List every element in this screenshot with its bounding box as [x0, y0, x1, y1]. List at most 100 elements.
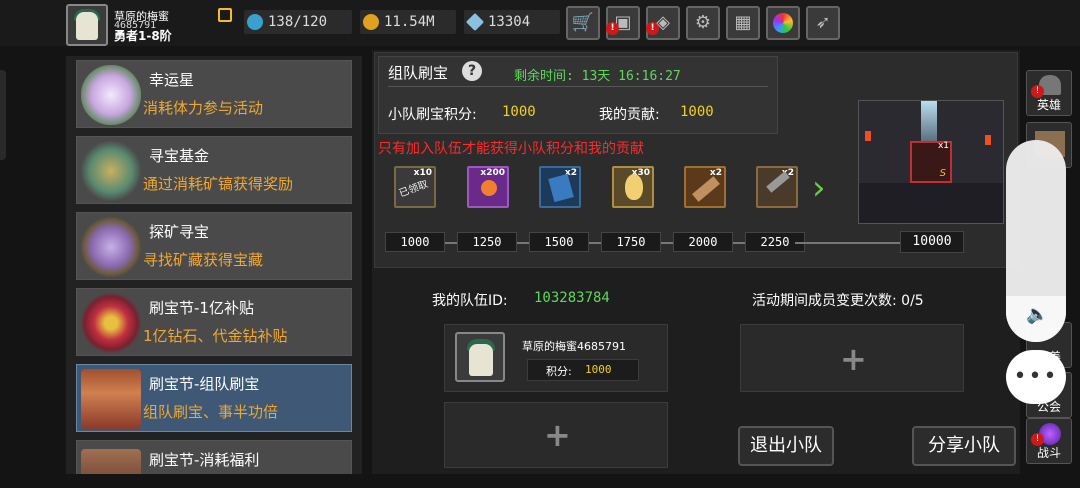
event-desc: 通过消耗矿镐获得奖励: [143, 175, 294, 193]
hammer-icon: [766, 171, 790, 193]
reward-count: x1: [937, 141, 949, 151]
alert-badge: !: [646, 22, 659, 35]
cart-icon: 🛒: [571, 12, 595, 33]
milestone: 1250: [457, 232, 517, 252]
event-item-subsidy[interactable]: 刷宝节-1亿补贴 1亿钻石、代金钻补贴: [76, 288, 352, 356]
gem-icon: [465, 12, 485, 32]
milestone: 1750: [601, 232, 661, 252]
milestone-connector: [661, 242, 673, 244]
nav-battle[interactable]: ! 战斗: [1026, 418, 1072, 464]
reward-slot-1[interactable]: x10 已领取: [394, 166, 436, 208]
milestone-connector: [795, 242, 900, 244]
event-desc: 寻找矿藏获得宝藏: [143, 251, 264, 269]
event-item-treasure-fund[interactable]: 寻宝基金 通过消耗矿镐获得奖励: [76, 136, 352, 204]
alert-badge: !: [606, 22, 619, 35]
gem-counter[interactable]: 13304: [464, 10, 560, 34]
stamina-value: 138/120: [268, 14, 328, 30]
lightning-icon: [247, 14, 263, 30]
member-change-count: 活动期间成员变更次数: 0/5: [752, 293, 924, 309]
edit-icon[interactable]: [218, 8, 232, 22]
team-score-label: 小队刷宝积分:: [388, 107, 477, 123]
tier-tag: S: [939, 168, 946, 179]
volume-slider[interactable]: 🔈: [1006, 140, 1066, 342]
leave-team-button[interactable]: 退出小队: [738, 426, 834, 466]
event-title: 刷宝节-1亿补贴: [149, 299, 254, 317]
nav-hero[interactable]: ! 英雄: [1026, 70, 1072, 116]
event-desc: 组队刷宝、事半功倍: [143, 403, 279, 421]
red-badge-icon: [81, 293, 141, 353]
milestone: 1500: [529, 232, 589, 252]
milestone: 1000: [385, 232, 445, 252]
settings-button[interactable]: ⚙: [686, 6, 720, 40]
stamina-counter[interactable]: 138/120: [244, 10, 352, 34]
reward-count: x200: [480, 168, 505, 178]
feather-button[interactable]: ➶: [806, 6, 840, 40]
shop-button[interactable]: 🛒: [566, 6, 600, 40]
milestone-connector: [733, 242, 745, 244]
gift-icon: ▦: [734, 12, 752, 33]
egg-icon: [625, 174, 643, 200]
reward-slot-3[interactable]: x2: [539, 166, 581, 208]
player-rank: 勇者1-8阶: [114, 29, 172, 43]
event-item-lucky-star[interactable]: 幸运星 消耗体力参与活动: [76, 60, 352, 128]
my-contribution-label: 我的贡献:: [599, 107, 660, 123]
gold-coin-icon: [363, 14, 379, 30]
event-title: 寻宝基金: [149, 147, 210, 165]
avatar-face: [469, 344, 493, 376]
member-score-value: 1000: [585, 363, 612, 376]
gift-button[interactable]: ▦: [726, 6, 760, 40]
share-team-button[interactable]: 分享小队: [912, 426, 1016, 466]
milestone-connector: [517, 242, 529, 244]
milestone-connector: [445, 242, 457, 244]
claimed-stamp: 已领取: [397, 179, 430, 200]
color-wheel-icon: [773, 13, 793, 33]
avatar-face: [76, 12, 98, 40]
join-team-warning: 只有加入队伍才能获得小队积分和我的贡献: [378, 141, 644, 157]
gold-value: 11.54M: [384, 14, 435, 30]
final-milestone: 10000: [900, 231, 964, 253]
team-id-value: 103283784: [534, 290, 610, 306]
color-wheel-button[interactable]: [766, 6, 800, 40]
milestone: 2000: [673, 232, 733, 252]
event-title: 幸运星: [149, 71, 195, 89]
star-icon: [81, 65, 141, 125]
event-desc: 1亿钻石、代金钻补贴: [143, 327, 288, 345]
chest-button[interactable]: ▣!: [606, 6, 640, 40]
event-item-consume-bonus[interactable]: 刷宝节-消耗福利: [76, 440, 352, 474]
crate-icon: [81, 369, 141, 429]
milestone-connector: [589, 242, 601, 244]
member-score-box: [527, 359, 639, 381]
next-rewards-arrow[interactable]: ›: [812, 170, 838, 206]
reward-slot-6[interactable]: x2: [756, 166, 798, 208]
player-avatar[interactable]: [66, 4, 108, 46]
event-title: 探矿寻宝: [149, 223, 210, 241]
event-item-mining[interactable]: 探矿寻宝 寻找矿藏获得宝藏: [76, 212, 352, 280]
dungeon-floor: [859, 183, 1003, 223]
my-contribution-value: 1000: [680, 104, 714, 120]
more-options-button[interactable]: •••: [1006, 350, 1066, 404]
screen-edge-handle: [0, 70, 6, 160]
help-icon[interactable]: ?: [462, 61, 482, 81]
reward-slot-5[interactable]: x2: [684, 166, 726, 208]
blue-book-icon: [548, 173, 574, 203]
member-name: 草原的梅蜜4685791: [522, 340, 626, 353]
event-item-team-farming[interactable]: 刷宝节-组队刷宝 组队刷宝、事半功倍: [76, 364, 352, 432]
reward-slot-2[interactable]: x200: [467, 166, 509, 208]
final-reward-item[interactable]: x1 S: [910, 141, 952, 183]
event-title: 刷宝节-消耗福利: [149, 451, 260, 469]
reward-slot-4[interactable]: x30: [612, 166, 654, 208]
add-member-icon[interactable]: +: [840, 343, 867, 375]
ellipsis-icon: •••: [1013, 364, 1059, 389]
gold-counter[interactable]: 11.54M: [360, 10, 456, 34]
cannon-icon: [692, 176, 720, 202]
gear-icon: ⚙: [694, 12, 712, 33]
event-title-heading: 组队刷宝: [388, 64, 449, 82]
add-member-icon[interactable]: +: [544, 419, 571, 451]
games-button[interactable]: ◈!: [646, 6, 680, 40]
team-score-value: 1000: [502, 104, 536, 120]
member-avatar: [455, 332, 505, 382]
gem-value: 13304: [488, 14, 531, 30]
bag-icon: [81, 141, 141, 201]
team-id-label: 我的队伍ID:: [432, 293, 508, 309]
nav-label: 英雄: [1036, 98, 1061, 112]
